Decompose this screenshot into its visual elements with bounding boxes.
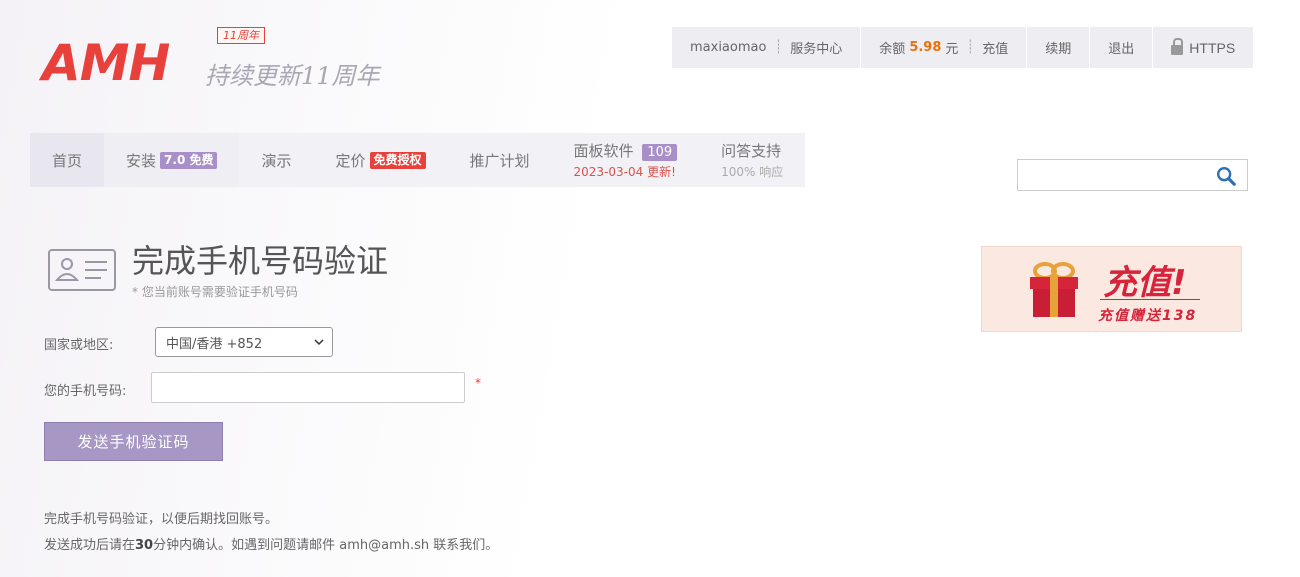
nav-install-label: 安装	[126, 151, 157, 170]
main-nav: 首页 安装 7.0 免费 演示 定价 免费授权 推广计划 面板软件 109 20…	[30, 133, 806, 187]
chevron-down-icon	[314, 339, 324, 346]
note-line-1: 完成手机号码验证，以便后期找回账号。	[44, 512, 279, 527]
nav-demo-label: 演示	[261, 151, 292, 170]
page-title: 完成手机号码验证	[132, 242, 389, 280]
user-segment: maxiaomao ┊ 服务中心	[672, 27, 861, 68]
note-line-2-pre: 发送成功后请在	[44, 538, 136, 553]
promo-divider	[1100, 299, 1200, 300]
renew-label: 续期	[1045, 42, 1072, 57]
phone-input[interactable]	[151, 372, 465, 403]
site-search	[1017, 159, 1248, 191]
search-icon[interactable]	[1215, 165, 1237, 187]
username-link[interactable]: maxiaomao	[690, 40, 766, 55]
page-subtitle: * 您当前账号需要验证手机号码	[132, 285, 298, 299]
note-line-2-post: 分钟内确认。如遇到问题请邮件 amh@amh.sh 联系我们。	[153, 538, 499, 553]
lock-icon	[1171, 37, 1184, 55]
balance-unit: 元	[945, 42, 959, 57]
anniversary-badge: 11周年	[217, 27, 265, 44]
https-link[interactable]: HTTPS	[1153, 27, 1254, 68]
nav-home-label: 首页	[52, 151, 83, 170]
balance-value: 5.98	[909, 40, 942, 55]
panel-software-label: 面板软件	[573, 142, 634, 160]
nav-install[interactable]: 安装 7.0 免费	[104, 133, 240, 187]
note-line-2: 发送成功后请在30分钟内确认。如遇到问题请邮件 amh@amh.sh 联系我们。	[44, 534, 498, 553]
logo-wordmark: AMH	[42, 34, 170, 92]
nav-panel-software[interactable]: 面板软件 109 2023-03-04 更新!	[552, 133, 700, 187]
https-label: HTTPS	[1189, 39, 1236, 56]
separator: ┊	[774, 40, 783, 55]
recharge-promo-banner[interactable]: 充值! 充值赠送138	[981, 246, 1242, 332]
balance-segment: 余额 5.98 元 ┊ 充值	[861, 27, 1027, 68]
panel-software-updated: 2023-03-04 更新!	[573, 165, 676, 179]
balance-label: 余额	[879, 42, 906, 57]
country-select[interactable]: 中国/香港 +852	[155, 327, 333, 357]
nav-demo[interactable]: 演示	[239, 133, 313, 187]
logout-link[interactable]: 退出	[1090, 27, 1153, 68]
phone-label: 您的手机号码:	[44, 384, 127, 399]
panel-software-title: 面板软件 109	[574, 140, 678, 161]
nav-affiliate[interactable]: 推广计划	[448, 133, 552, 187]
gift-icon	[1030, 262, 1078, 317]
id-card-icon	[48, 249, 116, 291]
send-verification-code-button[interactable]: 发送手机验证码	[44, 422, 223, 461]
support-sub: 100% 响应	[721, 165, 784, 179]
search-input[interactable]	[1018, 160, 1208, 190]
nav-support[interactable]: 问答支持 100% 响应	[699, 133, 805, 187]
note-minutes: 30	[135, 538, 154, 553]
separator: ┊	[966, 40, 975, 55]
nav-pricing[interactable]: 定价 免费授权	[313, 133, 447, 187]
required-mark: *	[475, 376, 481, 390]
service-center-link[interactable]: 服务中心	[790, 38, 842, 57]
account-bar: maxiaomao ┊ 服务中心 余额 5.98 元 ┊ 充值 续期 退出 HT…	[672, 27, 1254, 68]
logo-slogan: 持续更新11周年	[205, 62, 380, 90]
free-license-tag: 免费授权	[369, 151, 426, 169]
renew-link[interactable]: 续期	[1027, 27, 1090, 68]
nav-affiliate-label: 推广计划	[469, 151, 530, 170]
promo-subtitle: 充值赠送138	[1098, 308, 1198, 324]
logout-label: 退出	[1108, 42, 1135, 57]
panel-software-count: 109	[642, 144, 678, 161]
country-label: 国家或地区:	[44, 338, 114, 353]
promo-title: 充值!	[1103, 263, 1187, 303]
nav-pricing-label: 定价	[335, 151, 366, 170]
nav-home[interactable]: 首页	[30, 133, 105, 187]
logo[interactable]: AMH 11周年 持续更新11周年	[42, 27, 412, 92]
recharge-link[interactable]: 充值	[982, 38, 1008, 57]
support-label: 问答支持	[721, 142, 782, 160]
country-select-value: 中国/香港 +852	[166, 336, 263, 352]
install-version-tag: 7.0 免费	[160, 151, 218, 169]
